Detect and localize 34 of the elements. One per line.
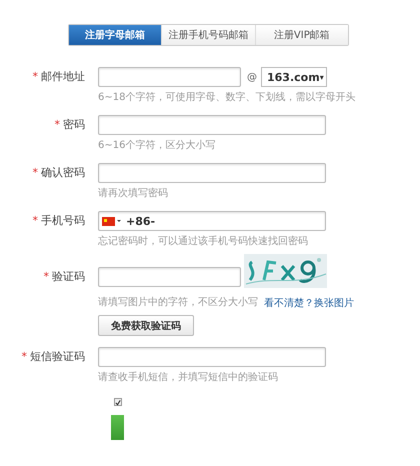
flag-icon (102, 216, 115, 226)
input-field[interactable] (98, 347, 326, 367)
input-field[interactable] (98, 67, 241, 87)
required-mark: * (32, 70, 38, 83)
input-field[interactable] (98, 163, 326, 183)
required-mark: * (44, 270, 49, 283)
hint-text: 请查收手机短信，并填写短信中的验证码 (98, 372, 278, 384)
field-label: 短信验证码 (30, 350, 85, 363)
field-label: 邮件地址 (41, 70, 85, 83)
domain-dropdown[interactable]: 163.com▾ (261, 67, 327, 87)
field-label: 确认密码 (41, 166, 85, 179)
tab[interactable]: 注册字母邮箱 (69, 25, 162, 45)
hint-text: 请再次填写密码 (98, 188, 168, 200)
refresh-captcha-link[interactable]: 看不清楚？换张图片 (264, 296, 354, 310)
hint-text: 请填写图片中的字符，不区分大小写 (98, 297, 258, 309)
at-sign: @ (247, 72, 257, 82)
field-label: 手机号码 (41, 214, 85, 227)
required-mark: * (22, 350, 27, 363)
required-mark: * (32, 166, 38, 179)
field-label: 密码 (63, 118, 85, 131)
hint-text: 6~16个字符，区分大小写 (98, 140, 216, 152)
tab[interactable]: 注册手机号码邮箱 (161, 25, 255, 45)
required-mark: * (54, 118, 60, 131)
checkbox[interactable] (114, 398, 122, 406)
tab[interactable]: 注册VIP邮箱 (254, 25, 348, 45)
get-code-button[interactable]: 免费获取验证码 (98, 315, 194, 336)
phone-field[interactable]: +86- (98, 211, 326, 231)
input-field[interactable] (98, 115, 326, 135)
hint-text: 6~18个字符，可使用字母、数字、下划线，需以字母开头 (98, 92, 356, 104)
caret-icon (117, 219, 121, 223)
input-field[interactable] (98, 267, 241, 287)
hint-text: 忘记密码时，可以通过该手机号码快速找回密码 (98, 236, 308, 248)
field-label: 验证码 (52, 270, 85, 283)
required-mark: * (32, 214, 38, 227)
